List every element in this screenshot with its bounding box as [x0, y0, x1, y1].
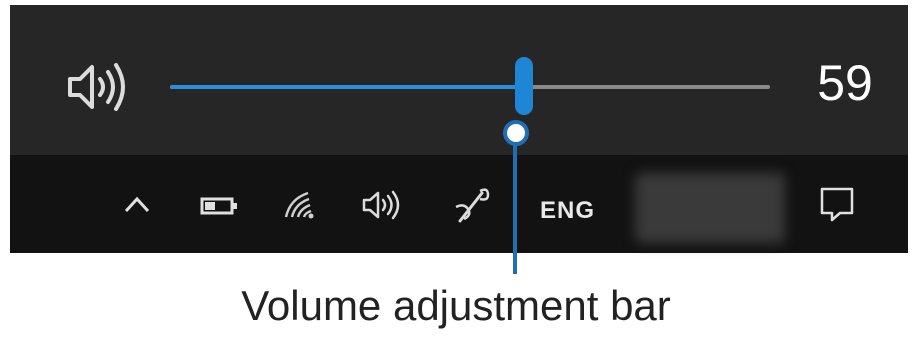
action-center-icon[interactable]	[818, 185, 856, 225]
clock-blurred[interactable]	[635, 173, 785, 243]
callout-caption: Volume adjustment bar	[241, 282, 671, 329]
callout-line	[513, 132, 517, 274]
volume-flyout: 59	[10, 5, 908, 155]
pen-icon[interactable]	[450, 185, 494, 227]
volume-value: 59	[817, 55, 873, 111]
volume-slider[interactable]	[170, 57, 770, 115]
chevron-up-icon[interactable]	[122, 193, 152, 215]
language-indicator[interactable]: ENG	[540, 197, 595, 225]
callout-dot	[503, 120, 529, 146]
slider-fill	[170, 85, 524, 89]
speaker-icon[interactable]	[360, 187, 408, 223]
slider-thumb[interactable]	[515, 57, 533, 115]
taskbar: ENG	[10, 155, 908, 253]
screen: 59 ENG	[10, 5, 908, 253]
battery-icon[interactable]	[200, 195, 240, 217]
wifi-icon[interactable]	[282, 189, 320, 221]
speaker-icon[interactable]	[62, 55, 132, 119]
